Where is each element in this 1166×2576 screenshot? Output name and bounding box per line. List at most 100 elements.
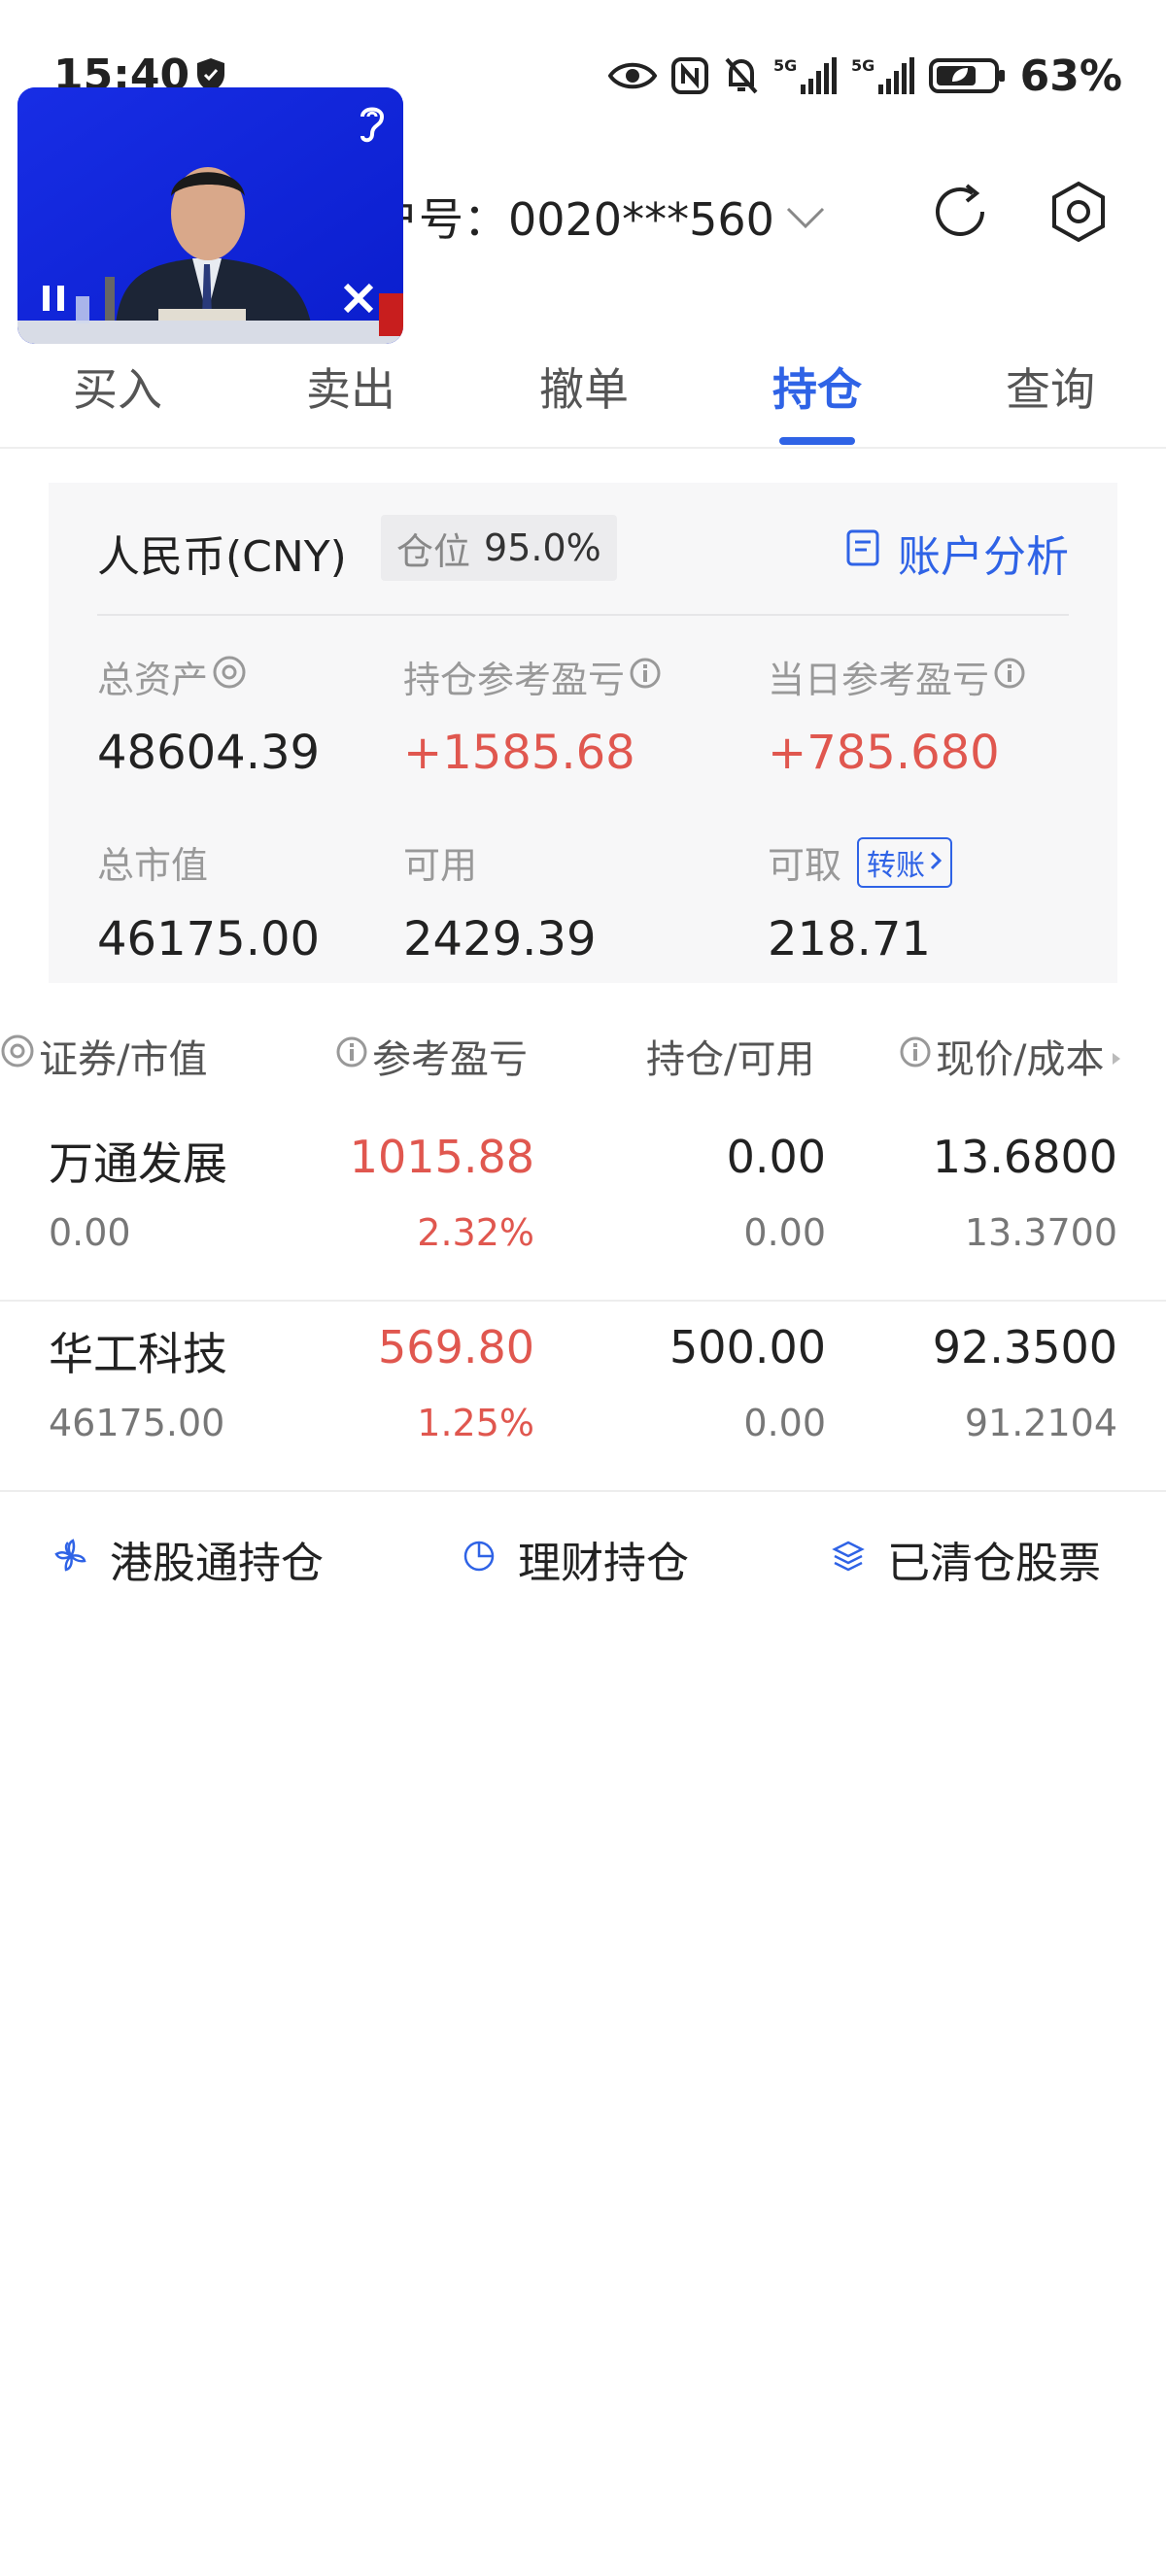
position-label: 仓位 [396, 529, 471, 573]
withdrawable-label: 可取 转账 [768, 835, 953, 889]
currency-label: 人民币(CNY) [97, 532, 347, 582]
hk-connect-holdings-link[interactable]: 港股通持仓 [53, 1528, 324, 1590]
position-qty: 0.00 [726, 1131, 826, 1183]
account-analysis-label: 账户分析 [898, 532, 1069, 582]
tab-cancel[interactable]: 撤单 [539, 355, 629, 419]
bauhinia-icon [53, 1535, 88, 1584]
col-security-label: 证券/市值 [39, 1037, 208, 1082]
transfer-button[interactable]: 转账 [857, 836, 953, 888]
col-position-label: 持仓/可用 [646, 1037, 815, 1082]
col-price[interactable]: 现价/成本 [899, 1028, 1125, 1084]
mute-bell-icon [723, 55, 760, 96]
total-assets-text: 总资产 [97, 659, 209, 701]
card-divider [97, 614, 1069, 616]
svg-text:5G: 5G [773, 56, 797, 75]
available-qty: 0.00 [743, 1211, 826, 1254]
wealth-holdings-label: 理财持仓 [518, 1539, 689, 1588]
security-name: 万通发展 [49, 1137, 227, 1190]
market-value-value: 46175.00 [97, 912, 321, 966]
signal-5g-icon: 5G [773, 55, 838, 96]
position-qty: 500.00 [669, 1321, 826, 1373]
cleared-stocks-label: 已清仓股票 [887, 1539, 1101, 1588]
market-value: 0.00 [49, 1211, 131, 1254]
available-label: 可用 [403, 835, 477, 889]
caret-right-icon [1108, 1034, 1125, 1078]
col-security[interactable]: 证券/市值 [0, 1028, 207, 1084]
account-analysis-link[interactable]: 账户分析 [845, 522, 1069, 584]
holding-pnl-label: 持仓参考盈亏 [403, 650, 662, 703]
account-number: 户号：0020***560 [374, 193, 774, 246]
daily-pnl-text: 当日参考盈亏 [768, 659, 990, 701]
pnl-value: 1015.88 [349, 1131, 534, 1183]
col-position[interactable]: 持仓/可用 [646, 1028, 814, 1084]
info-icon[interactable] [993, 656, 1026, 698]
eye-icon[interactable] [212, 655, 247, 698]
daily-pnl-value: +785.680 [768, 726, 1000, 780]
transfer-label: 转账 [867, 848, 926, 883]
withdrawable-value: 218.71 [768, 912, 931, 966]
svg-text:5G: 5G [851, 56, 874, 75]
pie-chart-icon [462, 1535, 497, 1584]
col-pnl-label: 参考盈亏 [372, 1037, 528, 1082]
battery-level: 63% [1019, 51, 1122, 101]
total-assets-label: 总资产 [97, 650, 247, 703]
holding-pnl-value: +1585.68 [403, 726, 635, 780]
hk-connect-holdings-label: 港股通持仓 [110, 1539, 324, 1588]
holdings-links: 港股通持仓 理财持仓 已清仓股票 [0, 1510, 1166, 1598]
signal-5g-icon: 5G [851, 55, 915, 96]
security-name: 华工科技 [49, 1328, 227, 1380]
settings-button[interactable] [1045, 180, 1113, 248]
refresh-icon [928, 180, 992, 248]
holdings-header: 证券/市值 参考盈亏 持仓/可用 现价/成本 [0, 1020, 1166, 1088]
account-selector[interactable]: 户号：0020***560 [374, 185, 827, 249]
refresh-button[interactable] [926, 180, 994, 248]
status-icons: 5G 5G 63% [607, 49, 1122, 103]
pnl-percent: 1.25% [417, 1402, 534, 1444]
table-row[interactable]: 万通发展 0.00 1015.88 2.32% 0.00 0.00 13.680… [0, 1109, 1166, 1302]
available-qty: 0.00 [743, 1402, 826, 1444]
available-text: 可用 [403, 844, 478, 887]
cleared-stocks-link[interactable]: 已清仓股票 [831, 1528, 1101, 1590]
account-summary-card: 人民币(CNY) 仓位 95.0% 账户分析 总资产 持仓参考盈亏 当日参考盈亏… [49, 483, 1117, 983]
cost-price: 91.2104 [964, 1402, 1117, 1444]
info-icon[interactable] [629, 656, 662, 698]
trade-tabs: 买入 卖出 撤单 持仓 查询 [0, 345, 1166, 449]
current-price: 13.6800 [932, 1131, 1117, 1183]
settings-icon [1046, 180, 1111, 248]
eye-icon [0, 1034, 35, 1078]
eye-icon [607, 59, 657, 92]
market-value-label: 总市值 [97, 835, 208, 889]
nfc-icon [670, 56, 709, 95]
col-pnl[interactable]: 参考盈亏 [335, 1028, 528, 1084]
col-price-label: 现价/成本 [936, 1037, 1105, 1082]
holding-pnl-text: 持仓参考盈亏 [403, 659, 626, 701]
market-value-text: 总市值 [97, 844, 209, 887]
pnl-percent: 2.32% [417, 1211, 534, 1254]
tab-buy[interactable]: 买入 [73, 355, 162, 419]
document-icon [845, 528, 880, 578]
available-value: 2429.39 [403, 912, 597, 966]
pause-icon[interactable] [37, 282, 70, 315]
tab-holdings[interactable]: 持仓 [772, 355, 862, 419]
market-value: 46175.00 [49, 1402, 225, 1444]
tab-query[interactable]: 查询 [1006, 355, 1095, 419]
tab-sell[interactable]: 卖出 [306, 355, 395, 419]
info-icon [335, 1034, 368, 1078]
active-tab-indicator [779, 437, 855, 445]
layers-icon [831, 1535, 866, 1584]
chevron-down-icon [784, 190, 827, 243]
daily-pnl-label: 当日参考盈亏 [768, 650, 1026, 703]
pnl-value: 569.80 [378, 1321, 534, 1373]
wealth-holdings-link[interactable]: 理财持仓 [462, 1528, 689, 1590]
cost-price: 13.3700 [964, 1211, 1117, 1254]
hearing-icon[interactable] [355, 101, 390, 144]
close-icon[interactable] [340, 280, 377, 317]
position-ratio-badge: 仓位 95.0% [381, 515, 617, 581]
table-row[interactable]: 华工科技 46175.00 569.80 1.25% 500.00 0.00 9… [0, 1300, 1166, 1492]
position-value: 95.0% [484, 526, 601, 569]
withdrawable-text: 可取 [768, 844, 842, 887]
info-icon [899, 1034, 932, 1078]
battery-icon [928, 56, 1007, 95]
current-price: 92.3500 [932, 1321, 1117, 1373]
pip-video-player[interactable] [17, 87, 403, 344]
